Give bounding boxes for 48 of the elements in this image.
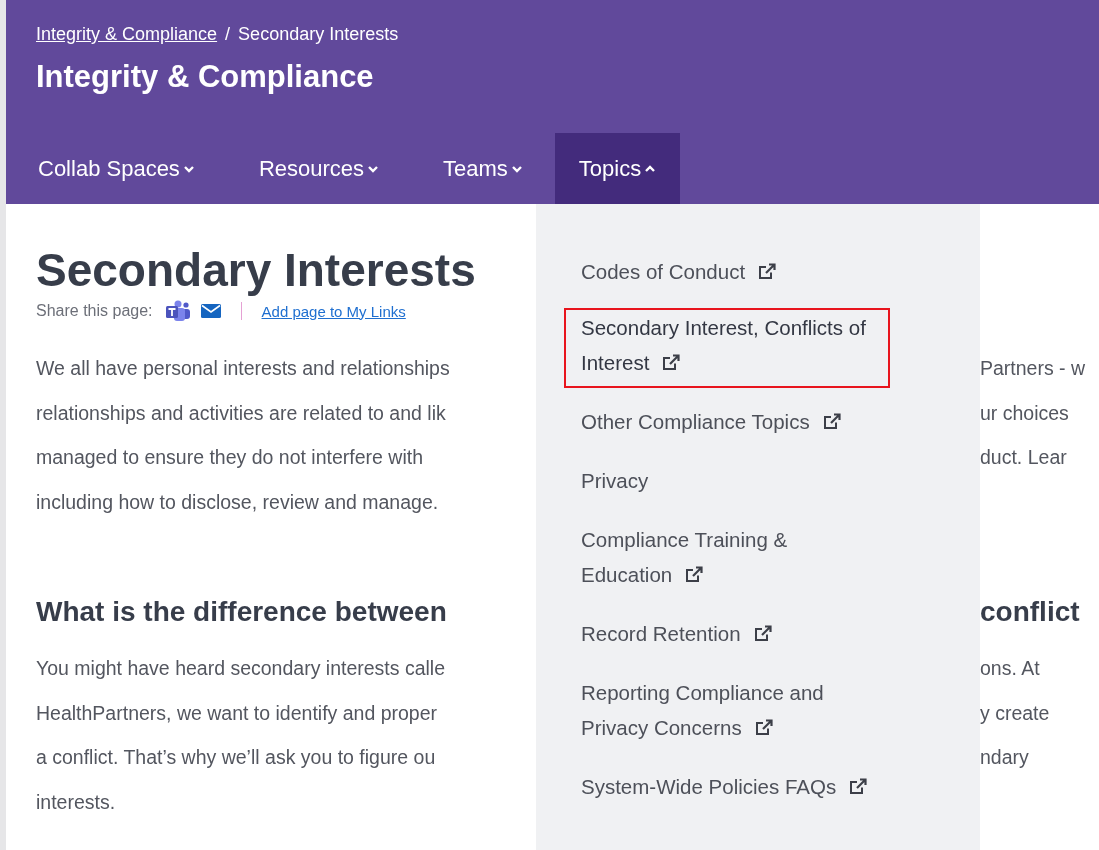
body-text: We all have personal interests and relationships <box>35 356 451 381</box>
external-link-icon <box>821 412 842 431</box>
nav-tab[interactable]: Collab Spaces <box>6 133 227 204</box>
body-text: a conflict. That’s why we’ll ask you to figure ou <box>35 745 437 770</box>
external-link-icon <box>753 718 774 737</box>
chevron-down-icon <box>510 164 523 173</box>
nav-tab[interactable]: Resources <box>226 133 412 204</box>
breadcrumb-current: Secondary Interests <box>238 24 399 45</box>
menu-item[interactable]: Compliance Training & Education <box>566 522 788 592</box>
menu-item[interactable]: Other Compliance Topics <box>566 404 842 439</box>
add-to-my-links-link[interactable]: Add page to My Links <box>261 302 406 320</box>
nav-tab[interactable]: Teams <box>411 133 555 204</box>
external-link-icon <box>848 777 869 796</box>
share-label: Share this page: <box>36 302 153 320</box>
body-text: including how to disclose, review and manage. <box>35 489 440 515</box>
menu-item[interactable]: Reporting Compliance and Privacy Concerns <box>566 675 824 745</box>
body-text: managed to ensure they do not interfere with <box>35 445 424 470</box>
body-text: y create <box>980 700 1051 726</box>
external-link-icon <box>757 262 778 281</box>
mail-icon[interactable] <box>200 304 221 318</box>
chevron-up-icon <box>644 164 657 173</box>
breadcrumb-link[interactable]: Integrity & Compliance <box>36 24 218 45</box>
body-text: ur choices <box>980 400 1070 426</box>
body-text: HealthPartners, we want to identify and proper <box>35 700 439 726</box>
section-heading: conflict <box>980 595 1081 629</box>
nav-tab[interactable]: Topics <box>554 133 681 204</box>
body-text: interests. <box>35 789 117 815</box>
teams-icon[interactable] <box>164 300 191 322</box>
chevron-down-icon <box>182 164 195 173</box>
section-heading: What is the difference between <box>35 595 448 629</box>
body-text: ons. At <box>980 656 1041 681</box>
menu-item[interactable]: System-Wide Policies FAQs <box>566 769 869 804</box>
menu-item[interactable]: Record Retention <box>566 616 773 651</box>
body-text: You might have heard secondary interests calle <box>35 656 447 681</box>
body-text: relationships and activities are related to and lik <box>35 400 447 426</box>
chevron-down-icon <box>367 164 380 173</box>
body-text: ndary <box>980 745 1030 770</box>
body-text: Partners - w <box>980 356 1087 381</box>
body-text: duct. Lear <box>980 445 1068 470</box>
external-link-icon <box>752 624 773 643</box>
external-link-icon <box>684 565 705 584</box>
page-title: Secondary Interests <box>35 243 477 298</box>
breadcrumb-separator: / <box>225 24 231 45</box>
site-title: Integrity & Compliance <box>36 59 375 96</box>
menu-item[interactable]: Secondary Interest, Conflicts of Interest <box>566 310 888 386</box>
external-link-icon <box>661 353 682 372</box>
menu-item[interactable]: Privacy <box>566 463 649 498</box>
menu-item[interactable]: Codes of Conduct <box>566 254 778 289</box>
